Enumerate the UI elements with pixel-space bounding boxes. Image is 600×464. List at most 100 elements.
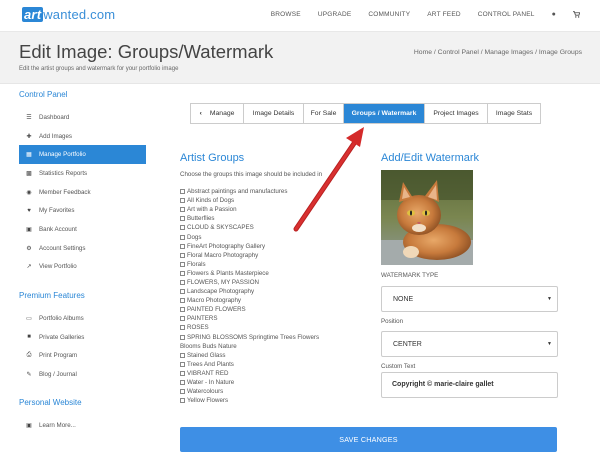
checkbox[interactable] xyxy=(180,370,185,376)
watermark-heading: Add/Edit Watermark xyxy=(381,152,480,164)
sidebar-item-portfolio-albums[interactable]: ▭ Portfolio Albums xyxy=(19,309,146,328)
pencil-icon: ✎ xyxy=(26,371,32,378)
save-changes-button[interactable]: SAVE CHANGES xyxy=(180,427,557,452)
nav-upgrade[interactable]: UPGRADE xyxy=(318,11,352,20)
external-link-icon: ↗ xyxy=(26,264,32,271)
tab-image-details[interactable]: Image Details xyxy=(244,104,304,123)
checkbox[interactable] xyxy=(180,307,185,313)
image-thumbnail xyxy=(381,170,473,265)
group-checkbox-row[interactable]: Floral Macro Photography xyxy=(180,251,370,260)
breadcrumb[interactable]: Home / Control Panel / Manage Images / I… xyxy=(414,49,582,56)
custom-text-input[interactable]: Copyright © marie-claire gallet xyxy=(381,372,558,398)
nav-browse[interactable]: BROWSE xyxy=(271,11,301,20)
site-logo[interactable]: art wanted.com xyxy=(22,7,115,22)
group-checkbox-row[interactable]: Stained Glass xyxy=(180,351,370,360)
watermark-type-select[interactable]: NONE ▼ xyxy=(381,286,558,312)
caret-down-icon: ▼ xyxy=(547,296,552,302)
checkbox[interactable] xyxy=(180,207,185,213)
group-checkbox-row[interactable]: Flowers & Plants Masterpiece xyxy=(180,269,370,278)
checkbox[interactable] xyxy=(180,334,185,340)
tab-image-stats[interactable]: Image Stats xyxy=(488,104,540,123)
checkbox[interactable] xyxy=(180,325,185,331)
sidebar-item-account-settings[interactable]: ⚙ Account Settings xyxy=(19,239,146,258)
page-title: Edit Image: Groups/Watermark xyxy=(19,41,274,62)
group-checkbox-row[interactable]: CLOUD & SKYSCAPES xyxy=(180,223,370,232)
group-checkbox-row[interactable]: Landscape Photography xyxy=(180,287,370,296)
sidebar-item-dashboard[interactable]: ☰ Dashboard xyxy=(19,108,146,127)
checkbox[interactable] xyxy=(180,389,185,395)
tab-groups-watermark[interactable]: Groups / Watermark xyxy=(344,104,425,123)
sidebar-item-print-program[interactable]: ⎙ Print Program xyxy=(19,346,146,365)
sidebar-item-member-feedback[interactable]: ◉ Member Feedback xyxy=(19,183,146,202)
group-checkbox-row[interactable]: All Kinds of Dogs xyxy=(180,196,370,205)
plus-icon: ✚ xyxy=(26,133,32,140)
group-checkbox-row[interactable]: FineArt Photography Gallery xyxy=(180,242,370,251)
artist-groups-list: Abstract paintings and manufactures All … xyxy=(180,187,370,405)
sidebar-item-view-portfolio[interactable]: ↗ View Portfolio xyxy=(19,258,146,277)
sidebar-premium-list: ▭ Portfolio Albums ■ Private Galleries ⎙ Pr… xyxy=(19,309,146,384)
user-icon[interactable]: ● xyxy=(552,11,556,20)
checkbox[interactable] xyxy=(180,198,185,204)
nav-control-panel[interactable]: CONTROL PANEL xyxy=(478,11,535,20)
checkbox[interactable] xyxy=(180,261,185,267)
sidebar-item-private-galleries[interactable]: ■ Private Galleries xyxy=(19,328,146,347)
checkbox[interactable] xyxy=(180,216,185,222)
group-checkbox-row[interactable]: VIBRANT RED xyxy=(180,369,370,378)
position-select[interactable]: CENTER ▼ xyxy=(381,331,558,357)
checkbox[interactable] xyxy=(180,316,185,322)
sidebar-item-learn-more[interactable]: ▣ Learn More... xyxy=(19,416,146,435)
group-checkbox-row[interactable]: Florals xyxy=(180,260,370,269)
checkbox[interactable] xyxy=(180,398,185,404)
checkbox[interactable] xyxy=(180,361,185,367)
group-checkbox-row[interactable]: FLOWERS, MY PASSION xyxy=(180,278,370,287)
checkbox[interactable] xyxy=(180,270,185,276)
nav-community[interactable]: COMMUNITY xyxy=(368,11,410,20)
checkbox[interactable] xyxy=(180,243,185,249)
chevron-left-icon: ‹ xyxy=(199,110,202,117)
sidebar-item-blog-journal[interactable]: ✎ Blog / Journal xyxy=(19,365,146,384)
nav-art-feed[interactable]: ART FEED xyxy=(427,11,461,20)
tab-manage[interactable]: ‹ Manage xyxy=(191,104,244,123)
group-checkbox-row[interactable]: Art with a Passion xyxy=(180,205,370,214)
heart-icon: ♥ xyxy=(27,207,31,214)
tab-for-sale[interactable]: For Sale xyxy=(304,104,344,123)
sidebar-heading-premium: Premium Features xyxy=(19,291,85,300)
checkbox[interactable] xyxy=(180,279,185,285)
group-checkbox-row[interactable]: Yellow Flowers xyxy=(180,396,370,405)
cart-icon[interactable] xyxy=(573,11,581,20)
group-checkbox-row[interactable]: PAINTERS xyxy=(180,314,370,323)
checkbox[interactable] xyxy=(180,298,185,304)
group-checkbox-row[interactable]: Macro Photography xyxy=(180,296,370,305)
checkbox[interactable] xyxy=(180,189,185,195)
monitor-icon: ▣ xyxy=(26,422,32,429)
checkbox[interactable] xyxy=(180,289,185,295)
sidebar-item-add-images[interactable]: ✚ Add Images xyxy=(19,127,146,146)
sidebar-item-my-favorites[interactable]: ♥ My Favorites xyxy=(19,201,146,220)
checkbox[interactable] xyxy=(180,380,185,386)
sidebar-heading-personal-website: Personal Website xyxy=(19,398,82,407)
sidebar-control-list: ☰ Dashboard ✚ Add Images ▦ Manage Portfolio… xyxy=(19,108,146,276)
folder-icon: ▭ xyxy=(26,315,32,322)
group-checkbox-row[interactable]: Water - In Nature xyxy=(180,378,370,387)
sidebar-item-bank-account[interactable]: ▣ Bank Account xyxy=(19,220,146,239)
sidebar-item-manage-portfolio[interactable]: ▦ Manage Portfolio xyxy=(19,145,146,165)
group-checkbox-row[interactable]: Trees And Plants xyxy=(180,360,370,369)
artist-groups-description: Choose the groups this image should be i… xyxy=(180,171,323,178)
bank-icon: ▣ xyxy=(26,226,32,233)
checkbox[interactable] xyxy=(180,252,185,258)
sidebar-item-statistics-reports[interactable]: ▩ Statistics Reports xyxy=(19,164,146,183)
group-checkbox-row[interactable]: Butterflies xyxy=(180,214,370,223)
checkbox[interactable] xyxy=(180,225,185,231)
group-checkbox-row[interactable]: PAINTED FLOWERS xyxy=(180,305,370,314)
list-icon: ☰ xyxy=(26,114,32,121)
group-checkbox-row[interactable]: Abstract paintings and manufactures xyxy=(180,187,370,196)
group-checkbox-row[interactable]: Watercolours xyxy=(180,387,370,396)
tab-project-images[interactable]: Project Images xyxy=(425,104,488,123)
caret-down-icon: ▼ xyxy=(547,341,552,347)
group-checkbox-row[interactable]: Dogs xyxy=(180,232,370,241)
checkbox[interactable] xyxy=(180,234,185,240)
group-checkbox-row[interactable]: SPRING BLOSSOMS Springtime Trees Flowers xyxy=(180,333,370,342)
top-navbar: art wanted.com BROWSE UPGRADE COMMUNITY A… xyxy=(0,0,600,32)
checkbox[interactable] xyxy=(180,352,185,358)
group-checkbox-row[interactable]: ROSES xyxy=(180,323,370,332)
